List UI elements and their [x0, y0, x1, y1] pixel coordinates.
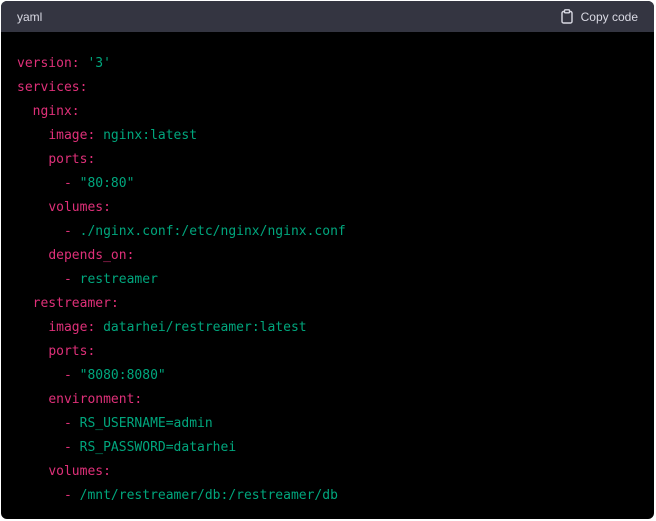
code-punctuation: -	[63, 368, 80, 383]
code-punctuation: :	[87, 152, 96, 167]
code-punctuation: :	[87, 344, 96, 359]
code-key: ports	[48, 152, 88, 167]
code-line: ports:	[17, 340, 638, 364]
code-header: yaml Copy code	[1, 1, 654, 32]
code-value: '3'	[87, 56, 111, 71]
code-punctuation: :	[103, 464, 111, 479]
code-value: RS_USERNAME=admin	[79, 416, 213, 431]
code-key: version	[17, 56, 72, 71]
code-line: volumes:	[17, 196, 638, 220]
code-punctuation: -	[63, 272, 80, 287]
code-line: - restreamer	[17, 268, 638, 292]
code-punctuation: -	[63, 488, 80, 503]
code-punctuation: :	[110, 296, 119, 311]
code-value: /mnt/restreamer/db:/restreamer/db	[79, 488, 338, 503]
code-line: image: nginx:latest	[17, 124, 638, 148]
code-line: - "80:80"	[17, 172, 638, 196]
code-line: volumes:	[17, 460, 638, 484]
code-punctuation: :	[103, 200, 111, 215]
code-line: - "8080:8080"	[17, 364, 638, 388]
code-key: depends_on	[48, 248, 127, 263]
code-value: "8080:8080"	[79, 368, 166, 383]
code-value: datarhei/restreamer:latest	[103, 320, 307, 335]
code-key: volumes	[48, 200, 104, 215]
code-line: restreamer:	[17, 292, 638, 316]
code-punctuation: :	[71, 56, 88, 71]
code-line: image: datarhei/restreamer:latest	[17, 316, 638, 340]
code-line: - RS_USERNAME=admin	[17, 412, 638, 436]
code-punctuation: :	[87, 128, 104, 143]
code-key: image	[48, 128, 88, 143]
code-value: RS_PASSWORD=datarhei	[79, 440, 237, 455]
code-line: version: '3'	[17, 52, 638, 76]
code-value: "80:80"	[79, 176, 135, 191]
code-key: ports	[48, 344, 88, 359]
code-line: - /mnt/restreamer/db:/restreamer/db	[17, 484, 638, 508]
code-content[interactable]: version: '3' services: nginx: image: ngin…	[1, 32, 654, 508]
code-punctuation: -	[63, 176, 80, 191]
code-punctuation: :	[126, 248, 135, 263]
clipboard-icon	[560, 9, 574, 24]
copy-code-label: Copy code	[580, 9, 638, 24]
code-punctuation: :	[134, 392, 143, 407]
code-value: restreamer	[79, 272, 158, 287]
code-line: environment:	[17, 388, 638, 412]
code-line: - RS_PASSWORD=datarhei	[17, 436, 638, 460]
code-punctuation: :	[87, 320, 104, 335]
code-line: nginx:	[17, 100, 638, 124]
code-key: restreamer	[32, 296, 111, 311]
code-key: volumes	[48, 464, 104, 479]
code-key: services	[17, 80, 80, 95]
code-line: - ./nginx.conf:/etc/nginx/nginx.conf	[17, 220, 638, 244]
code-value: ./nginx.conf:/etc/nginx/nginx.conf	[79, 224, 346, 239]
code-line: ports:	[17, 148, 638, 172]
code-value: nginx:latest	[103, 128, 198, 143]
code-punctuation: :	[79, 80, 88, 95]
code-line: services:	[17, 76, 638, 100]
code-punctuation: -	[63, 440, 80, 455]
code-punctuation: -	[63, 416, 80, 431]
copy-code-button[interactable]: Copy code	[560, 9, 638, 24]
language-label: yaml	[17, 9, 43, 24]
code-key: nginx	[32, 104, 72, 119]
code-punctuation: :	[71, 104, 80, 119]
code-line: depends_on:	[17, 244, 638, 268]
code-block: yaml Copy code version: '3' services: ngi…	[1, 1, 654, 519]
code-punctuation: -	[63, 224, 80, 239]
code-key: image	[48, 320, 88, 335]
code-key: environment	[48, 392, 135, 407]
